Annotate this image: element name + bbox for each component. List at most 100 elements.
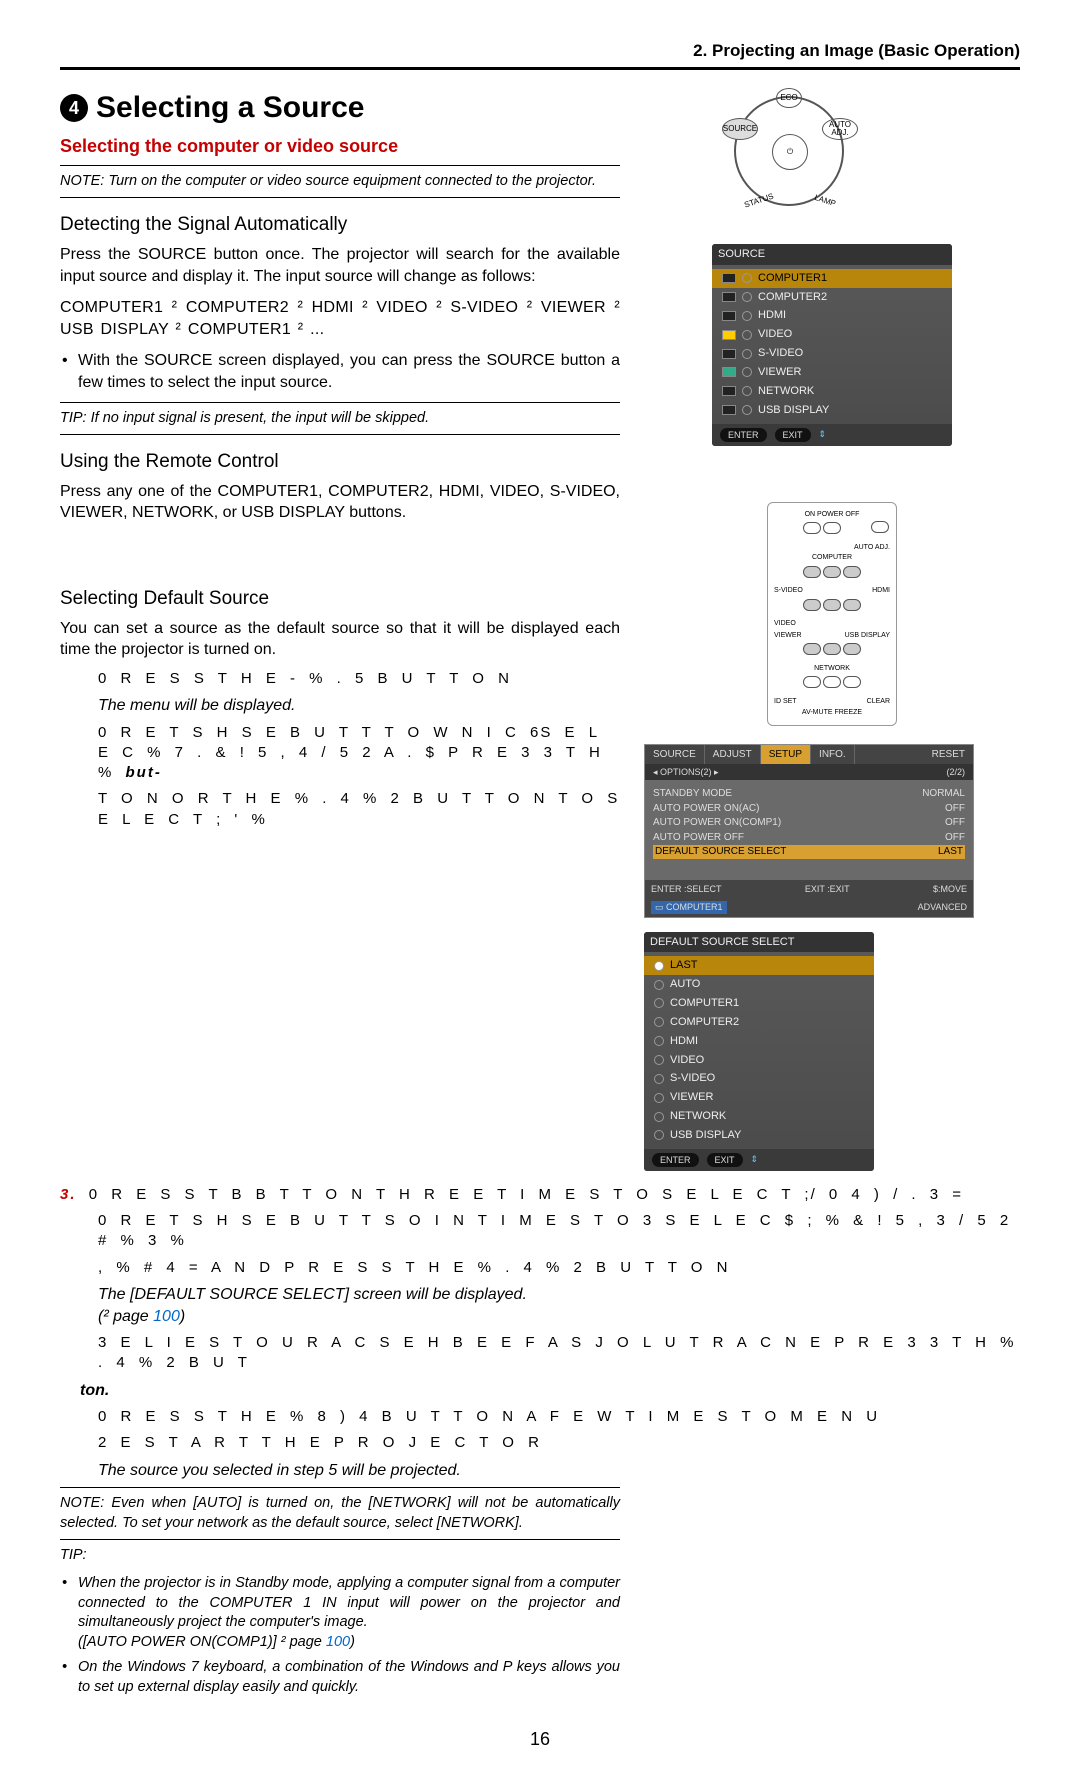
menu-item: LAST bbox=[644, 956, 874, 975]
remote-label: NETWORK bbox=[774, 664, 890, 673]
text: ) bbox=[350, 1634, 355, 1650]
enter-pill: ENTER bbox=[652, 1153, 699, 1167]
remote-label: ID SET bbox=[774, 697, 797, 706]
step-7: 2 E S T A R T T H E P R O J E C T O R bbox=[98, 1433, 1020, 1453]
menu-item: S-VIDEO bbox=[712, 344, 952, 363]
computer-icon bbox=[722, 292, 736, 302]
divider bbox=[60, 197, 620, 198]
menu-item: USB DISPLAY bbox=[644, 1126, 874, 1145]
menu-label: COMPUTER1 bbox=[670, 996, 739, 1011]
remote-label: COMPUTER bbox=[774, 553, 890, 562]
menu-label: COMPUTER2 bbox=[670, 1015, 739, 1030]
menu-label: VIEWER bbox=[758, 365, 801, 380]
text: When the projector is in Standby mode, a… bbox=[78, 1575, 620, 1630]
menu-label: S-VIDEO bbox=[758, 346, 803, 361]
osd-footer: ENTER :SELECT EXIT :EXIT $:MOVE bbox=[645, 880, 973, 898]
osd-exit: EXIT :EXIT bbox=[805, 883, 850, 895]
viewer-icon bbox=[722, 367, 736, 377]
remote-btn-icon bbox=[803, 566, 821, 578]
divider bbox=[60, 434, 620, 435]
video-icon bbox=[722, 330, 736, 340]
step-1-note: The menu will be displayed. bbox=[98, 695, 620, 717]
step-4a: 0 R E T S H S E B U T T S O I N T I M E … bbox=[98, 1211, 1020, 1252]
steps-continued: 3. 0 R E S S T B B T T O N T H R E E T I… bbox=[60, 1185, 1020, 1481]
section-title-text: Selecting a Source bbox=[96, 88, 364, 129]
menu-footer: ENTER EXIT ⇕ bbox=[712, 424, 952, 446]
bullet-item: With the SOURCE screen displayed, you ca… bbox=[78, 350, 620, 393]
radio-icon bbox=[654, 998, 664, 1008]
radio-icon bbox=[654, 1130, 664, 1140]
step-6: 0 R E S S T H E % 8 ) 4 B U T T O N A F … bbox=[98, 1407, 1020, 1427]
note-text: NOTE: Even when [AUTO] is turned on, the… bbox=[60, 1494, 620, 1533]
menu-label: COMPUTER1 bbox=[758, 271, 827, 286]
tip-header: TIP: bbox=[60, 1546, 620, 1566]
osd-sub-left: ◂ OPTIONS(2) ▸ bbox=[653, 766, 719, 778]
eco-button-icon: ECO bbox=[776, 88, 802, 108]
move-indicator: ⇕ bbox=[751, 1153, 759, 1167]
osd-advanced: ADVANCED bbox=[918, 901, 967, 913]
osd-tab: SOURCE bbox=[645, 745, 705, 765]
tip-list: When the projector is in Standby mode, a… bbox=[60, 1574, 620, 1697]
menu-label: NETWORK bbox=[758, 384, 814, 399]
menu-item: COMPUTER1 bbox=[644, 994, 874, 1013]
para: Press any one of the COMPUTER1, COMPUTER… bbox=[60, 481, 620, 524]
remote-btn-icon bbox=[843, 599, 861, 611]
page-link[interactable]: 100 bbox=[326, 1634, 350, 1650]
divider bbox=[60, 1487, 620, 1488]
exit-pill: EXIT bbox=[707, 1153, 743, 1167]
source-button-icon: SOURCE bbox=[722, 118, 758, 140]
osd-val: OFF bbox=[945, 802, 965, 816]
menu-item: VIEWER bbox=[712, 363, 952, 382]
para: You can set a source as the default sour… bbox=[60, 618, 620, 661]
menu-label: NETWORK bbox=[670, 1109, 726, 1124]
osd-comp-label: COMPUTER1 bbox=[666, 902, 723, 912]
osd-sub-right: (2/2) bbox=[946, 766, 965, 778]
osd-row: AUTO POWER ON(AC)OFF bbox=[653, 802, 965, 816]
step-2b: T O N O R T H E % . 4 % 2 B U T T O N T … bbox=[98, 789, 620, 830]
remote-label: AUTO ADJ. bbox=[774, 543, 890, 552]
remote-label: VIDEO bbox=[774, 619, 890, 628]
svideo-icon bbox=[722, 349, 736, 359]
radio-icon bbox=[742, 367, 752, 377]
radio-icon bbox=[654, 1036, 664, 1046]
osd-val: LAST bbox=[938, 845, 963, 859]
section-num-icon: 4 bbox=[60, 94, 88, 122]
menu-item: VIDEO bbox=[644, 1051, 874, 1070]
step-num: 3. bbox=[60, 1186, 77, 1203]
menu-item: USB DISPLAY bbox=[712, 401, 952, 420]
remote-btn-icon bbox=[823, 522, 841, 534]
radio-icon bbox=[654, 1017, 664, 1027]
radio-icon bbox=[742, 273, 752, 283]
menu-label: VIEWER bbox=[670, 1090, 713, 1105]
page-number: 16 bbox=[60, 1727, 1020, 1751]
step-5-tail: ton. bbox=[80, 1382, 109, 1399]
move-indicator: ⇕ bbox=[819, 428, 827, 442]
figure-osd-setup: SOURCE ADJUST SETUP INFO. RESET ◂ OPTION… bbox=[644, 744, 974, 918]
osd-val: NORMAL bbox=[922, 787, 965, 801]
note-text: NOTE: Turn on the computer or video sour… bbox=[60, 172, 620, 192]
step-5: 3 E L I E S T O U R A C S E H B E E F A … bbox=[98, 1333, 1020, 1374]
menu-label: HDMI bbox=[758, 308, 786, 323]
para: Press the SOURCE button once. The projec… bbox=[60, 244, 620, 287]
page-link[interactable]: 100 bbox=[153, 1308, 180, 1325]
bullet-list: With the SOURCE screen displayed, you ca… bbox=[60, 350, 620, 393]
osd-enter: ENTER :SELECT bbox=[651, 883, 722, 895]
remote-btn-icon bbox=[871, 521, 889, 533]
tip-item: On the Windows 7 keyboard, a combination… bbox=[78, 1658, 620, 1697]
menu-footer: ENTER EXIT ⇕ bbox=[644, 1149, 874, 1171]
figure-dss-menu: DEFAULT SOURCE SELECT LAST AUTO COMPUTER… bbox=[644, 932, 874, 1171]
remote-btn-icon bbox=[843, 676, 861, 688]
menu-body: COMPUTER1 COMPUTER2 HDMI VIDEO S-VIDEO V… bbox=[712, 265, 952, 424]
menu-label: USB DISPLAY bbox=[670, 1128, 741, 1143]
figure-control-ring: ECO SOURCE AUTO ADJ. ⏻ STATUS LAMP bbox=[644, 88, 1020, 228]
remote-btn-icon bbox=[823, 643, 841, 655]
menu-label: VIDEO bbox=[670, 1053, 704, 1068]
menu-item: VIEWER bbox=[644, 1088, 874, 1107]
remote-label: AV-MUTE FREEZE bbox=[774, 708, 890, 717]
osd-tab: RESET bbox=[924, 745, 973, 765]
osd-sub: ◂ OPTIONS(2) ▸ (2/2) bbox=[645, 764, 973, 780]
step-text: 0 R E T S H S E B U T T T O W N I C 6S E… bbox=[98, 724, 602, 782]
divider bbox=[60, 165, 620, 166]
menu-item: S-VIDEO bbox=[644, 1069, 874, 1088]
menu-item: COMPUTER1 bbox=[712, 269, 952, 288]
